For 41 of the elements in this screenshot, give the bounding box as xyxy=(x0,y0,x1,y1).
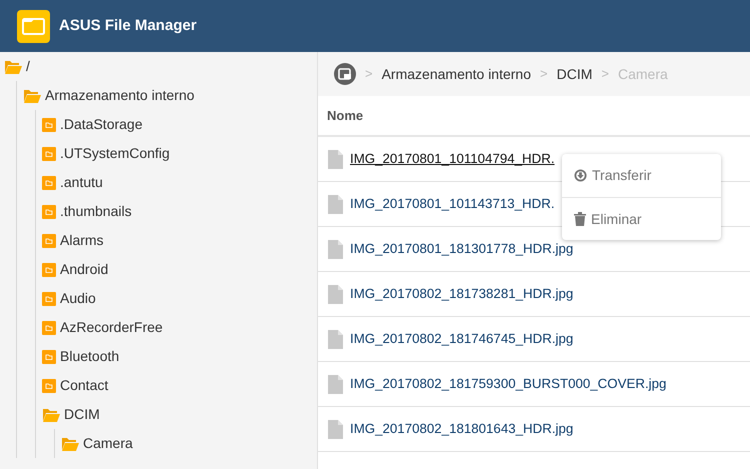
breadcrumb-separator: > xyxy=(365,65,373,84)
tree-item[interactable]: Alarms xyxy=(60,230,104,251)
tree-item[interactable]: Armazenamento interno xyxy=(45,85,194,106)
breadcrumb-link[interactable]: DCIM xyxy=(556,64,592,84)
file-name-link[interactable]: IMG_20170802_181801643_HDR.jpg xyxy=(350,419,574,439)
tree-item[interactable]: Contact xyxy=(60,375,108,396)
menu-item[interactable]: Transferir xyxy=(562,154,721,197)
tree-item[interactable]: .thumbnails xyxy=(60,201,132,222)
menu-item[interactable]: Eliminar xyxy=(562,197,721,240)
file-icon xyxy=(328,150,343,168)
file-icon xyxy=(328,240,343,258)
breadcrumb-separator: > xyxy=(601,65,609,84)
tree-item[interactable]: Android xyxy=(60,259,108,280)
tree-item[interactable]: .DataStorage xyxy=(60,114,142,135)
tree-item[interactable]: DCIM xyxy=(64,404,100,425)
file-icon xyxy=(328,194,343,214)
column-header[interactable]: Nome xyxy=(327,106,364,126)
tree-item[interactable]: AzRecorderFree xyxy=(60,317,163,338)
storage-icon[interactable] xyxy=(334,63,356,85)
tree-item[interactable]: .UTSystemConfig xyxy=(60,143,170,164)
file-icon xyxy=(328,330,343,348)
tree-item[interactable]: Audio xyxy=(60,288,96,309)
tree-item[interactable]: Camera xyxy=(83,433,133,454)
tree-item[interactable]: Bluetooth xyxy=(60,346,120,367)
file-icon xyxy=(328,374,343,394)
file-icon xyxy=(328,284,343,304)
app-title: ASUS File Manager xyxy=(59,16,197,36)
file-name-link[interactable]: IMG_20170802_181759300_BURST000_COVER.jpg xyxy=(350,374,666,394)
file-name-link[interactable]: IMG_20170802_181738281_HDR.jpg xyxy=(350,284,574,304)
file-name-link[interactable]: IMG_20170802_181746745_HDR.jpg xyxy=(350,329,574,349)
breadcrumb-separator: > xyxy=(540,65,548,84)
file-name-link[interactable]: IMG_20170801_181301778_HDR.jpg xyxy=(350,239,574,259)
tree-item[interactable]: / xyxy=(26,56,30,77)
trash-icon xyxy=(574,212,586,226)
file-name-link[interactable]: IMG_20170801_101143713_HDR. xyxy=(350,194,555,214)
app-logo-icon xyxy=(17,10,50,42)
file-name-link[interactable]: IMG_20170801_101104794_HDR. xyxy=(350,149,555,169)
download-icon xyxy=(574,169,587,182)
file-icon xyxy=(328,420,343,438)
tree-item[interactable]: .antutu xyxy=(60,172,103,193)
breadcrumb-link[interactable]: Armazenamento interno xyxy=(382,64,532,84)
